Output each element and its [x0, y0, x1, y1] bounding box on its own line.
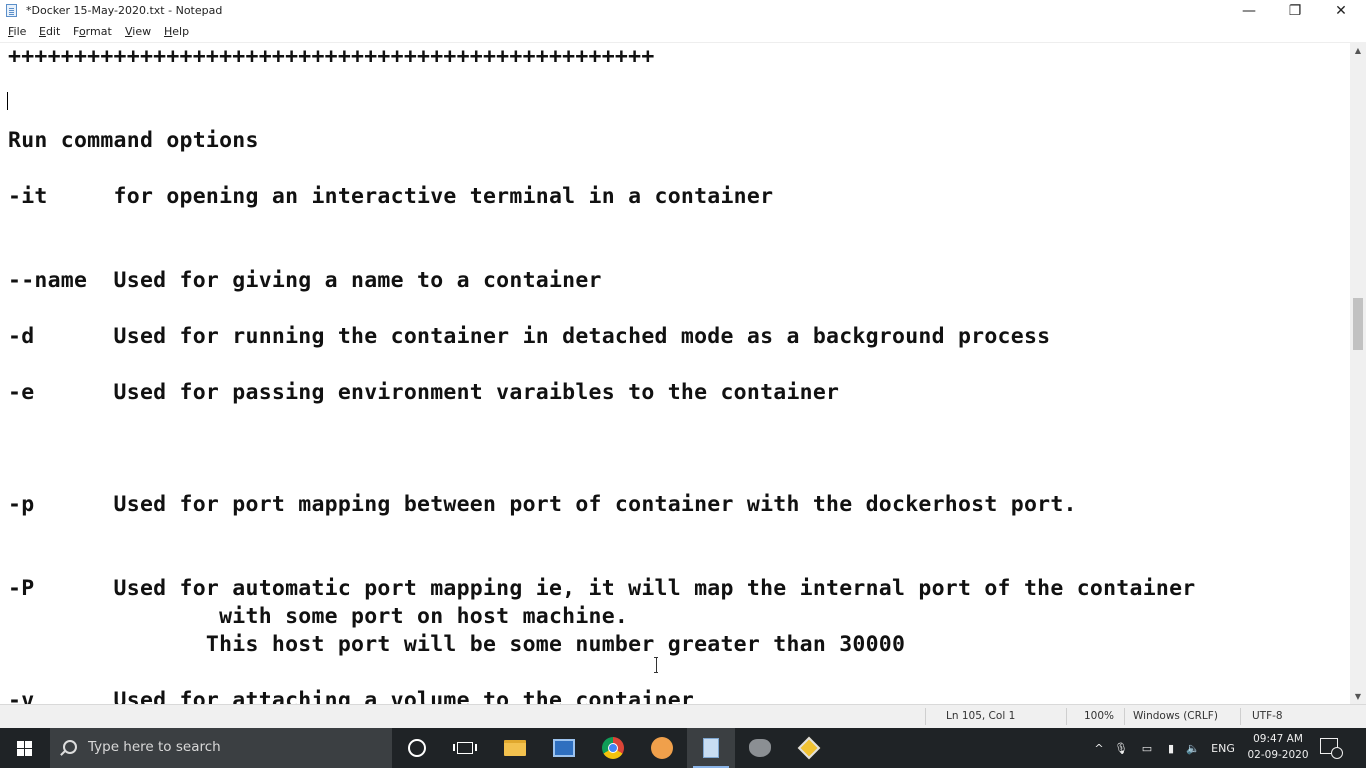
scroll-down-arrow-icon[interactable]: ▼ — [1350, 688, 1366, 704]
maximize-button[interactable]: ❐ — [1272, 0, 1318, 22]
cortana-icon — [408, 739, 426, 757]
status-divider — [925, 708, 926, 725]
document-line: -P Used for automatic port mapping ie, i… — [8, 576, 1196, 601]
menu-bar: File Edit Format View Help — [0, 24, 1366, 42]
document-line — [8, 211, 1195, 239]
document-line: with some port on host machine. — [8, 604, 629, 629]
document-line — [8, 659, 1195, 687]
status-divider — [1240, 708, 1241, 725]
chrome-icon — [602, 737, 624, 759]
minimize-button[interactable]: — — [1226, 0, 1272, 22]
document-line: -v Used for attaching a volume to the co… — [8, 688, 695, 705]
scroll-up-arrow-icon[interactable]: ▲ — [1350, 42, 1366, 58]
document-line — [8, 407, 1195, 435]
windows-logo-icon — [16, 740, 32, 756]
scrollbar-thumb[interactable] — [1353, 298, 1363, 350]
document-line — [8, 71, 1195, 99]
task-view-button[interactable] — [441, 728, 489, 768]
git-button[interactable] — [785, 728, 833, 768]
vertical-scrollbar[interactable]: ▲ ▼ — [1350, 42, 1366, 704]
status-divider — [1066, 708, 1067, 725]
task-view-icon — [453, 742, 477, 754]
taskbar: Type here to search ^ 🎙 ▭ ▮ 🔈 ENG 09:47 … — [0, 728, 1366, 768]
document-line: -d Used for running the container in det… — [8, 324, 1051, 349]
document-line: -p Used for port mapping between port of… — [8, 492, 1077, 517]
status-line-ending: Windows (CRLF) — [1133, 710, 1218, 722]
document-line — [8, 239, 1195, 267]
close-button[interactable]: ✕ — [1318, 0, 1364, 22]
document-line — [8, 351, 1195, 379]
document-line: -e Used for passing environment varaible… — [8, 380, 840, 405]
document-line: Run command options — [8, 128, 259, 153]
app-gear-button[interactable] — [736, 728, 784, 768]
notepad-taskbar-button[interactable] — [687, 728, 735, 768]
app-gear-icon — [749, 739, 771, 757]
document-line: ++++++++++++++++++++++++++++++++++++++++… — [8, 44, 655, 69]
language-indicator[interactable]: ENG — [1208, 728, 1238, 768]
document-line — [8, 295, 1195, 323]
ibeam-cursor-icon — [654, 657, 658, 673]
volume-icon[interactable]: 🔈 — [1184, 728, 1202, 768]
document-line — [8, 519, 1195, 547]
action-center-icon[interactable] — [1320, 738, 1343, 759]
document-line: This host port will be some number great… — [8, 632, 906, 657]
microphone-icon[interactable]: 🎙 — [1112, 728, 1130, 768]
start-button[interactable] — [0, 728, 48, 768]
document-line: -it for opening an interactive terminal … — [8, 184, 774, 209]
git-icon — [797, 736, 821, 760]
status-zoom: 100% — [1084, 710, 1115, 722]
folder-icon — [504, 740, 526, 756]
status-encoding: UTF-8 — [1252, 710, 1283, 722]
document-line — [8, 99, 1195, 127]
document-line — [8, 547, 1195, 575]
cortana-button[interactable] — [393, 728, 441, 768]
text-caret — [7, 92, 8, 110]
menu-view[interactable]: View — [125, 25, 151, 38]
document-line — [8, 155, 1195, 183]
search-icon — [63, 740, 77, 754]
status-divider — [1124, 708, 1125, 725]
menu-help[interactable]: Help — [164, 25, 189, 38]
status-bar: Ln 105, Col 1 100% Windows (CRLF) UTF-8 — [0, 704, 1366, 728]
document-text[interactable]: ++++++++++++++++++++++++++++++++++++++++… — [8, 43, 1195, 705]
menu-edit[interactable]: Edit — [39, 25, 60, 38]
show-hidden-icons-button[interactable]: ^ — [1090, 728, 1108, 768]
menu-file[interactable]: File — [8, 25, 26, 38]
app-orange-button[interactable] — [638, 728, 686, 768]
document-line — [8, 463, 1195, 491]
window-title: *Docker 15-May-2020.txt - Notepad — [26, 4, 223, 17]
taskbar-search-box[interactable]: Type here to search — [50, 728, 392, 768]
menu-format[interactable]: Format — [73, 25, 112, 38]
notepad-icon — [703, 738, 719, 758]
remote-desktop-button[interactable] — [540, 728, 588, 768]
status-cursor-position: Ln 105, Col 1 — [946, 710, 1016, 722]
clock-date: 02-09-2020 — [1247, 749, 1309, 761]
orange-app-icon — [651, 737, 673, 759]
text-editor[interactable]: ++++++++++++++++++++++++++++++++++++++++… — [0, 42, 1350, 705]
system-clock[interactable]: 09:47 AM 02-09-2020 — [1244, 731, 1312, 763]
network-icon[interactable]: ▭ — [1136, 728, 1158, 768]
document-line: --name Used for giving a name to a conta… — [8, 268, 602, 293]
search-placeholder: Type here to search — [88, 739, 221, 755]
notepad-icon — [6, 4, 17, 17]
clock-time: 09:47 AM — [1253, 733, 1303, 745]
document-line — [8, 435, 1195, 463]
title-bar: *Docker 15-May-2020.txt - Notepad — ❐ ✕ — [0, 0, 1366, 22]
file-explorer-button[interactable] — [491, 728, 539, 768]
battery-icon[interactable]: ▮ — [1162, 728, 1180, 768]
chrome-button[interactable] — [589, 728, 637, 768]
remote-desktop-icon — [553, 739, 575, 757]
